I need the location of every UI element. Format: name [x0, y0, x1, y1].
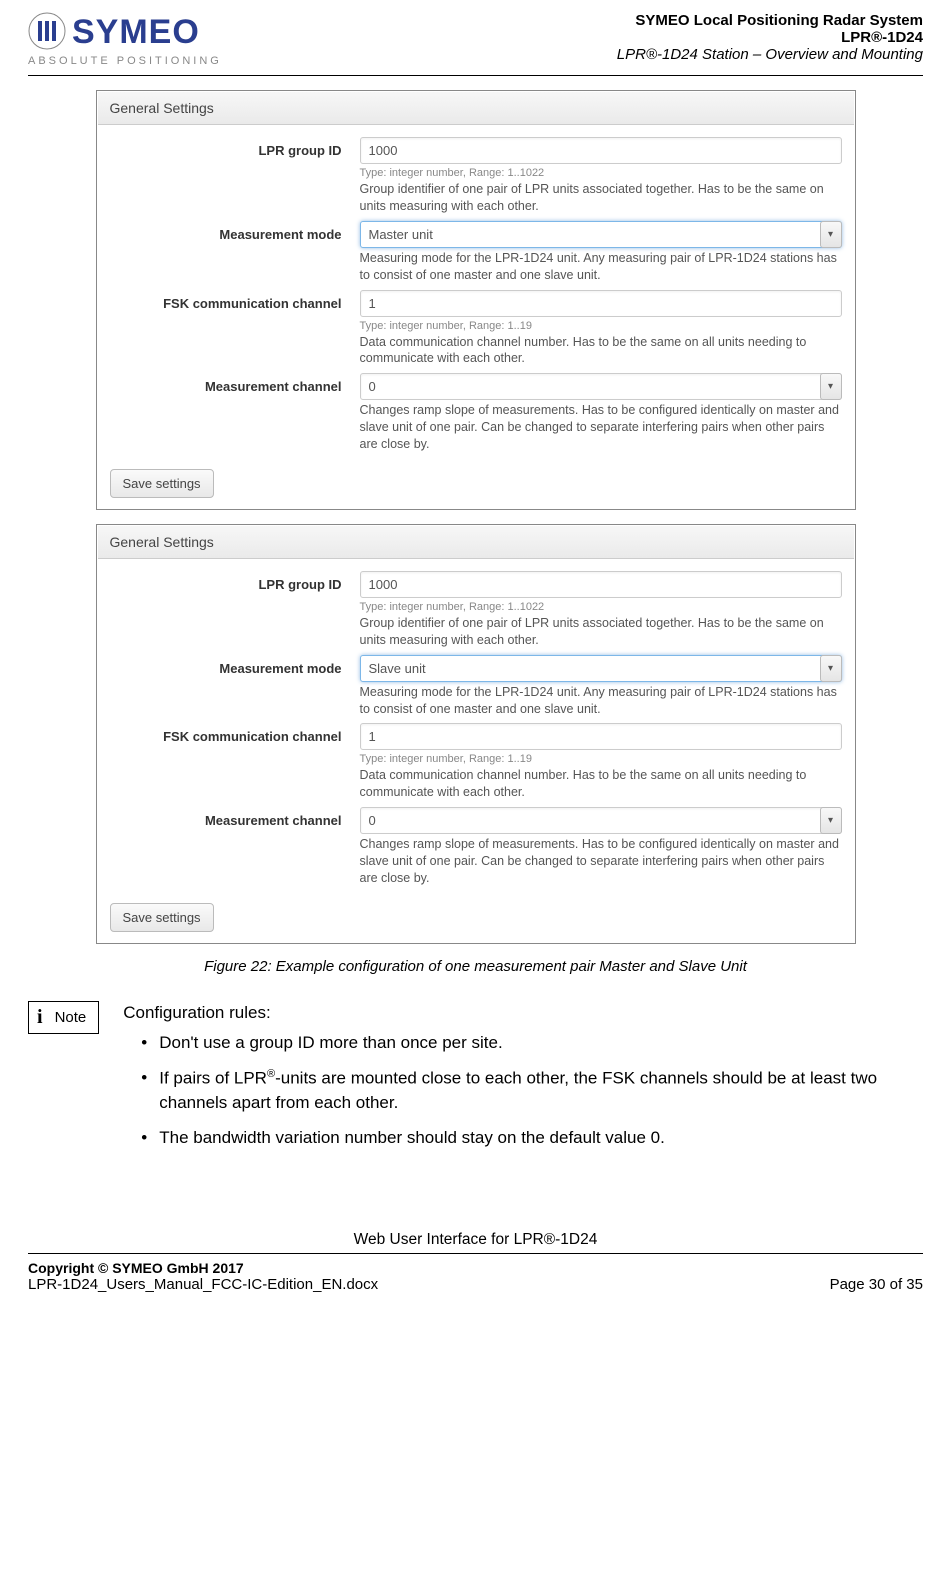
panel-title: General Settings	[98, 526, 854, 559]
mchan-label: Measurement channel	[110, 807, 360, 887]
group-id-label: LPR group ID	[110, 137, 360, 215]
header-line2: LPR®-1D24	[617, 29, 923, 46]
footer-filename: LPR-1D24_Users_Manual_FCC-IC-Edition_EN.…	[28, 1276, 378, 1293]
logo-icon	[28, 12, 66, 53]
mchan-hint: Changes ramp slope of measurements. Has …	[360, 402, 842, 453]
logo-text: SYMEO	[72, 13, 200, 52]
footer-page: Page 30 of 35	[830, 1276, 923, 1293]
mode-hint: Measuring mode for the LPR-1D24 unit. An…	[360, 684, 842, 718]
group-id-hint-small: Type: integer number, Range: 1..1022	[360, 601, 842, 613]
note-badge-label: Note	[55, 1009, 87, 1026]
note-badge: i Note	[28, 1001, 99, 1034]
panel-title: General Settings	[98, 92, 854, 125]
footer-rule	[28, 1253, 923, 1254]
chevron-down-icon[interactable]: ▾	[820, 373, 842, 400]
note-content: Configuration rules: Don't use a group I…	[123, 1001, 923, 1161]
fsk-hint-small: Type: integer number, Range: 1..19	[360, 320, 842, 332]
fsk-input[interactable]	[360, 723, 842, 750]
mchan-select[interactable]	[360, 807, 842, 834]
group-id-input[interactable]	[360, 137, 842, 164]
group-id-hint-small: Type: integer number, Range: 1..1022	[360, 167, 842, 179]
mchan-label: Measurement channel	[110, 373, 360, 453]
note-block: i Note Configuration rules: Don't use a …	[28, 1001, 923, 1161]
fsk-hint-small: Type: integer number, Range: 1..19	[360, 753, 842, 765]
group-id-label: LPR group ID	[110, 571, 360, 649]
chevron-down-icon[interactable]: ▾	[820, 655, 842, 682]
figure-caption: Figure 22: Example configuration of one …	[28, 958, 923, 975]
save-button[interactable]: Save settings	[110, 903, 214, 932]
chevron-down-icon[interactable]: ▾	[820, 221, 842, 248]
info-icon: i	[37, 1006, 43, 1029]
header-line1: SYMEO Local Positioning Radar System	[617, 12, 923, 29]
page-header: SYMEO ABSOLUTE POSITIONING SYMEO Local P…	[28, 12, 923, 67]
mchan-hint: Changes ramp slope of measurements. Has …	[360, 836, 842, 887]
fsk-hint: Data communication channel number. Has t…	[360, 334, 842, 368]
note-bullet: Don't use a group ID more than once per …	[141, 1031, 923, 1056]
note-bullet: If pairs of LPR®-units are mounted close…	[141, 1066, 923, 1116]
mode-label: Measurement mode	[110, 221, 360, 284]
save-button[interactable]: Save settings	[110, 469, 214, 498]
settings-panel: General Settings LPR group ID Type: inte…	[96, 524, 856, 944]
chevron-down-icon[interactable]: ▾	[820, 807, 842, 834]
page-footer: Web User Interface for LPR®-1D24 Copyrig…	[28, 1231, 923, 1293]
mode-label: Measurement mode	[110, 655, 360, 718]
note-bullet: The bandwidth variation number should st…	[141, 1126, 923, 1151]
mode-hint: Measuring mode for the LPR-1D24 unit. An…	[360, 250, 842, 284]
header-rule	[28, 75, 923, 76]
fsk-label: FSK communication channel	[110, 723, 360, 801]
mode-select[interactable]	[360, 655, 842, 682]
group-id-hint: Group identifier of one pair of LPR unit…	[360, 181, 842, 215]
note-title: Configuration rules:	[123, 1001, 923, 1026]
mchan-select[interactable]	[360, 373, 842, 400]
mode-select[interactable]	[360, 221, 842, 248]
fsk-input[interactable]	[360, 290, 842, 317]
group-id-input[interactable]	[360, 571, 842, 598]
copyright: Copyright © SYMEO GmbH 2017	[28, 1260, 923, 1276]
fsk-label: FSK communication channel	[110, 290, 360, 368]
fsk-hint: Data communication channel number. Has t…	[360, 767, 842, 801]
logo-subtext: ABSOLUTE POSITIONING	[28, 55, 222, 67]
footer-center: Web User Interface for LPR®-1D24	[28, 1231, 923, 1249]
logo: SYMEO ABSOLUTE POSITIONING	[28, 12, 222, 67]
settings-panel: General Settings LPR group ID Type: inte…	[96, 90, 856, 510]
group-id-hint: Group identifier of one pair of LPR unit…	[360, 615, 842, 649]
header-titles: SYMEO Local Positioning Radar System LPR…	[617, 12, 923, 63]
header-line3: LPR®-1D24 Station – Overview and Mountin…	[617, 46, 923, 63]
